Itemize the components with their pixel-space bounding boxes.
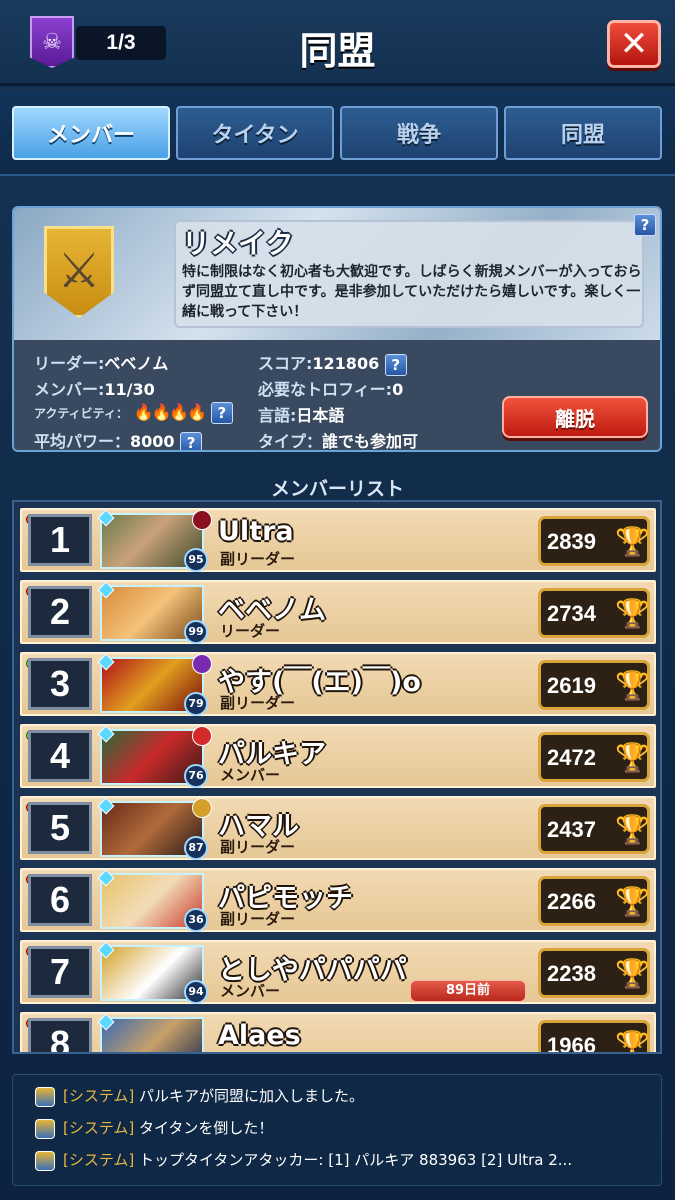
- member-role: 副リーダー: [220, 910, 296, 928]
- last-seen-badge: 89日前: [410, 980, 526, 1002]
- chat-message: [システム] トップタイタンアタッカー: [1] パルキア 883963 [2]…: [35, 1149, 647, 1171]
- member-role: メンバー: [220, 982, 281, 1000]
- activity-flames-icon: 🔥🔥🔥🔥: [133, 402, 208, 422]
- member-row[interactable]: 8 Alaes副リーダー 1966 🏆: [20, 1012, 656, 1054]
- rank-number: 4: [28, 730, 92, 782]
- system-shield-icon: [35, 1086, 55, 1107]
- rank-number: 3: [28, 658, 92, 710]
- member-list-title: メンバーリスト: [270, 478, 404, 500]
- trophy-value: 2266: [547, 889, 596, 914]
- level-badge: 36: [184, 908, 208, 932]
- score-stat: スコア:121806 ?: [258, 350, 407, 376]
- member-role: 副リーダー: [220, 838, 296, 856]
- alliance-info-card: ⚔ リメイク 特に制限はなく初心者も大歓迎です。しばらく新規メンバーが入っておら…: [12, 206, 662, 452]
- system-shield-icon: [35, 1118, 55, 1139]
- level-badge: 99: [184, 620, 208, 644]
- rank-number: 5: [28, 802, 92, 854]
- alliance-name: リメイク: [182, 227, 294, 260]
- language-stat: 言語:日本語: [258, 406, 345, 425]
- chat-log[interactable]: [システム] パルキアが同盟に加入しました。 [システム] タイタンを倒した！ …: [12, 1074, 662, 1186]
- chat-message: [システム] タイタンを倒した！: [35, 1117, 647, 1139]
- activity-stat: アクティビティ： 🔥🔥🔥🔥 ?: [34, 402, 233, 424]
- emblem-badge-icon: [192, 726, 212, 746]
- hero-avatar: [100, 1017, 204, 1052]
- power-stat: 平均パワー：8000 ?: [34, 428, 203, 450]
- member-row[interactable]: 6 36 パピモッチ 副リーダー 2266 🏆: [20, 868, 656, 932]
- emblem-badge-icon: [192, 798, 212, 818]
- member-role: 副リーダー: [220, 550, 296, 568]
- rank-number: 8: [28, 1018, 92, 1052]
- crossed-swords-emblem-icon: ⚔: [44, 226, 114, 318]
- member-role: リーダー: [220, 622, 281, 640]
- level-badge: 95: [184, 548, 208, 572]
- member-row[interactable]: 5 87 ハマル 副リーダー 2437 🏆: [20, 796, 656, 860]
- member-row[interactable]: 4 76 パルキア メンバー 2472 🏆: [20, 724, 656, 788]
- page-title: 同盟: [299, 29, 376, 73]
- member-name: Alaes: [218, 1020, 301, 1051]
- trophy-value: 2619: [547, 673, 596, 698]
- level-badge: 94: [184, 980, 208, 1004]
- rank-number: 2: [28, 586, 92, 638]
- level-badge: 76: [184, 764, 208, 788]
- level-badge: 87: [184, 836, 208, 860]
- leader-stat: リーダー:ベベノム: [34, 354, 169, 373]
- trophy-cup-icon: 🏆: [615, 597, 650, 630]
- tab-titan[interactable]: タイタン: [176, 106, 334, 160]
- trophy-value: 2238: [547, 961, 596, 986]
- member-name: Ultra: [218, 516, 294, 547]
- alliance-description: 特に制限はなく初心者も大歓迎です。しばらく新規メンバーが入っておらず同盟立て直し…: [182, 264, 642, 320]
- header-bar: ☠ 1/3 同盟 ✕: [0, 0, 675, 86]
- leave-button[interactable]: 離脱: [502, 396, 648, 438]
- tab-war[interactable]: 戦争: [340, 106, 498, 160]
- help-icon[interactable]: ?: [210, 402, 233, 424]
- help-icon[interactable]: ?: [180, 431, 203, 450]
- level-badge: 79: [184, 692, 208, 716]
- close-button[interactable]: ✕: [607, 20, 661, 68]
- rank-number: 7: [28, 946, 92, 998]
- trophy-counter: 2238 🏆: [538, 948, 650, 998]
- trophy-value: 2437: [547, 817, 596, 842]
- trophy-counter: 2839 🏆: [538, 516, 650, 566]
- member-role: 副リーダー: [220, 1052, 295, 1054]
- trophy-cup-icon: 🏆: [615, 741, 650, 774]
- trophy-value: 2734: [547, 601, 596, 626]
- trophy-cup-icon: 🏆: [615, 957, 650, 990]
- member-row[interactable]: 7 94 としやパパパパ メンバー 89日前 2238 🏆: [20, 940, 656, 1004]
- trophy-requirement-stat: 必要なトロフィー:0: [258, 380, 404, 399]
- trophy-value: 2472: [547, 745, 596, 770]
- trophy-counter: 1966 🏆: [538, 1020, 650, 1054]
- trophy-cup-icon: 🏆: [615, 525, 650, 558]
- help-icon[interactable]: ?: [634, 214, 656, 236]
- member-role: メンバー: [220, 766, 281, 784]
- trophy-cup-icon: 🏆: [615, 813, 650, 846]
- tab-alliance[interactable]: 同盟: [504, 106, 662, 160]
- type-stat: タイプ：誰でも参加可: [258, 432, 419, 451]
- alliance-header: ⚔ リメイク 特に制限はなく初心者も大歓迎です。しばらく新規メンバーが入っておら…: [14, 208, 660, 340]
- member-row[interactable]: 3 79 やす(￣(エ)￣)o 副リーダー 2619 🏆: [20, 652, 656, 716]
- chat-message: [システム] パルキアが同盟に加入しました。: [35, 1085, 647, 1107]
- emblem-badge-icon: [192, 510, 212, 530]
- member-row[interactable]: 1 95 Ultra 副リーダー 2839 🏆: [20, 508, 656, 572]
- tab-members[interactable]: メンバー: [12, 106, 170, 160]
- rank-number: 1: [28, 514, 92, 566]
- trophy-value: 2839: [547, 529, 596, 554]
- system-shield-icon: [35, 1150, 55, 1171]
- trophy-counter: 2472 🏆: [538, 732, 650, 782]
- trophy-counter: 2266 🏆: [538, 876, 650, 926]
- member-list[interactable]: 1 95 Ultra 副リーダー 2839 🏆 2 99 ベベノム リーダー 2734 🏆 3 79 やす(…: [12, 500, 662, 1054]
- trophy-cup-icon: 🏆: [615, 1029, 650, 1054]
- trophy-counter: 2619 🏆: [538, 660, 650, 710]
- trophy-cup-icon: 🏆: [615, 669, 650, 702]
- trophy-value: 1966: [547, 1033, 596, 1054]
- trophy-counter: 2437 🏆: [538, 804, 650, 854]
- rank-number: 6: [28, 874, 92, 926]
- member-row[interactable]: 2 99 ベベノム リーダー 2734 🏆: [20, 580, 656, 644]
- help-icon[interactable]: ?: [384, 353, 407, 376]
- emblem-badge-icon: [192, 654, 212, 674]
- member-role: 副リーダー: [220, 694, 296, 712]
- members-stat: メンバー:11/30: [34, 380, 155, 399]
- trophy-counter: 2734 🏆: [538, 588, 650, 638]
- tab-bar: メンバー タイタン 戦争 同盟: [0, 92, 675, 176]
- trophy-cup-icon: 🏆: [615, 885, 650, 918]
